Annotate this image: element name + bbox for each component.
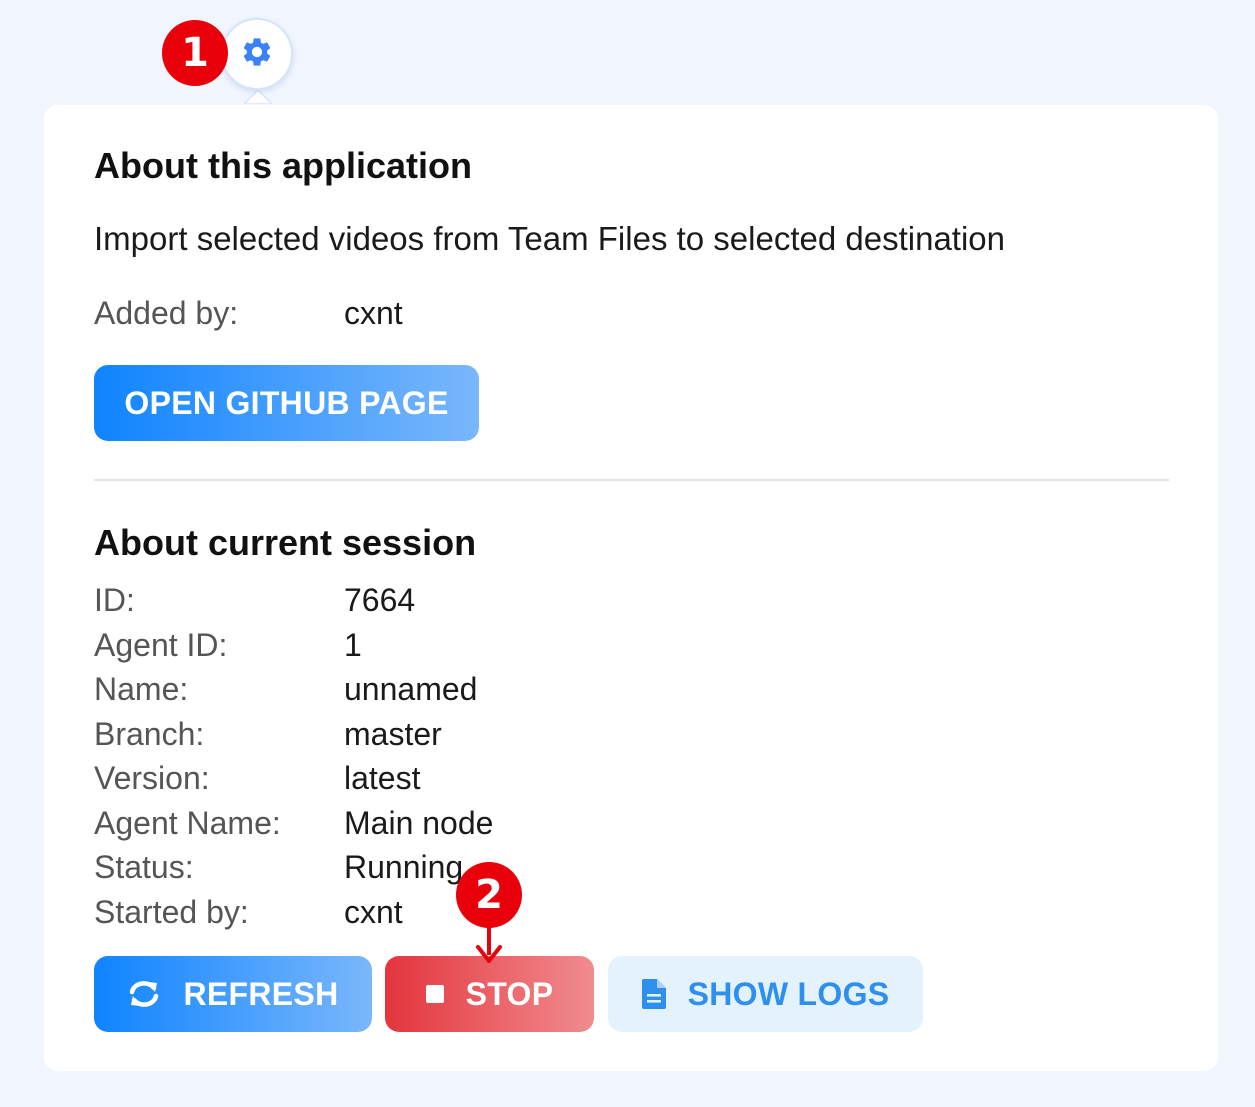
- session-row-name: Name: unnamed: [44, 671, 944, 715]
- about-app-title: About this application: [94, 145, 472, 186]
- session-value: cxnt: [344, 893, 403, 930]
- session-label: Agent ID:: [94, 626, 228, 663]
- gear-icon: [240, 35, 274, 74]
- app-description: Import selected videos from Team Files t…: [94, 220, 1005, 257]
- section-divider: [94, 479, 1169, 481]
- added-by-label: Added by:: [94, 295, 239, 331]
- session-label: Status:: [94, 849, 194, 885]
- session-row-agent-id: Agent ID: 1: [44, 627, 944, 671]
- session-row-version: Version: latest: [44, 760, 944, 804]
- session-value: latest: [344, 760, 421, 796]
- session-label: Started by:: [94, 893, 249, 930]
- session-value: 7664: [344, 582, 416, 618]
- session-value: unnamed: [344, 671, 478, 707]
- session-value: master: [344, 715, 442, 752]
- session-value: Main node: [344, 804, 494, 841]
- session-status-value: Running: [344, 849, 464, 885]
- added-by-value: cxnt: [344, 295, 403, 331]
- stop-icon: [425, 985, 444, 1003]
- about-popover-card: About this application Import selected v…: [44, 105, 1218, 1071]
- session-label: Branch:: [94, 715, 205, 752]
- popover-caret: [244, 88, 272, 104]
- refresh-icon: [127, 979, 161, 1009]
- refresh-button-label: REFRESH: [183, 975, 339, 1012]
- stop-button-label: STOP: [465, 975, 554, 1012]
- session-row-agent-name: Agent Name: Main node: [44, 805, 944, 849]
- document-icon: [641, 979, 666, 1009]
- show-logs-button-label: SHOW LOGS: [687, 975, 890, 1012]
- about-session-title: About current session: [94, 522, 477, 563]
- session-value: 1: [344, 626, 362, 663]
- open-github-button-label: OPEN GITHUB PAGE: [124, 384, 449, 421]
- annotation-badge-2: 2: [456, 862, 522, 928]
- session-label: Agent Name:: [94, 804, 281, 841]
- open-github-button[interactable]: OPEN GITHUB PAGE: [94, 365, 479, 441]
- session-label: ID:: [94, 582, 135, 618]
- settings-button[interactable]: [221, 18, 293, 90]
- session-row-branch: Branch: master: [44, 716, 944, 760]
- stop-button[interactable]: STOP: [385, 956, 594, 1032]
- session-label: Version:: [94, 760, 210, 796]
- refresh-button[interactable]: REFRESH: [94, 956, 372, 1032]
- annotation-arrow-icon: [476, 925, 502, 963]
- annotation-badge-1: 1: [162, 20, 228, 86]
- session-label: Name:: [94, 671, 189, 707]
- show-logs-button[interactable]: SHOW LOGS: [608, 956, 923, 1032]
- session-row-id: ID: 7664: [44, 582, 944, 626]
